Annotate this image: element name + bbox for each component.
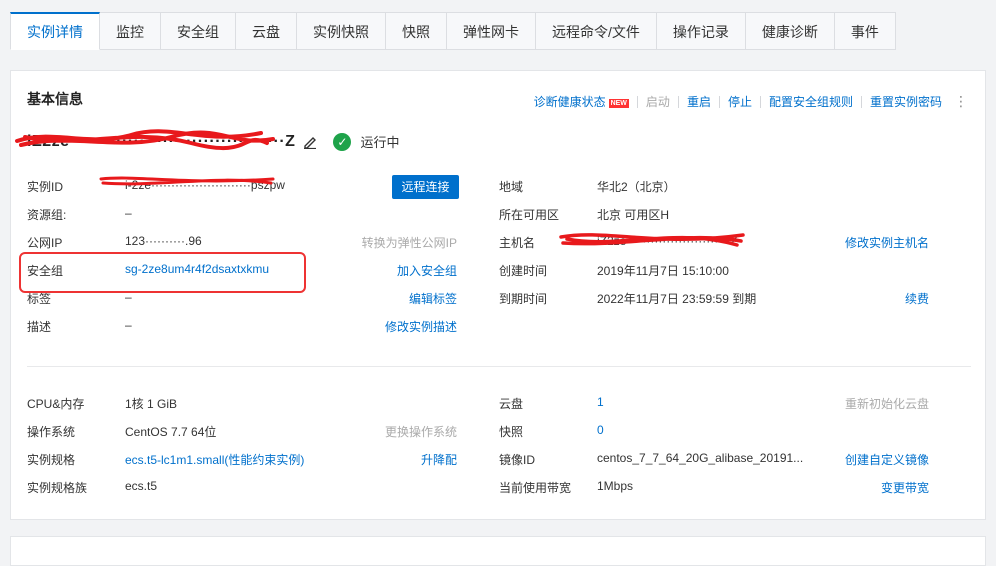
edit-hostname-link[interactable]: 修改实例主机名 [845, 234, 929, 251]
more-menu-icon[interactable]: ⋮ [954, 93, 968, 110]
image-id-label: 镜像ID [499, 453, 536, 467]
tab-health-diagnosis[interactable]: 健康诊断 [745, 12, 835, 50]
create-image-link[interactable]: 创建自定义镜像 [845, 451, 929, 468]
zone-label: 所在可用区 [499, 208, 560, 222]
cpu-mem-label: CPU&内存 [27, 397, 85, 411]
disk-label: 云盘 [499, 397, 524, 411]
config-sg-rules-link[interactable]: 配置安全组规则 [769, 93, 853, 110]
snapshot-count-link[interactable]: 0 [597, 423, 604, 437]
diagnose-health-link[interactable]: 诊断健康状态 NEW [534, 93, 629, 110]
os-value: CentOS 7.7 64位 [125, 425, 217, 439]
tab-monitor[interactable]: 监控 [100, 12, 161, 50]
resource-group-value: – [125, 206, 132, 220]
spec-label: 实例规格 [27, 453, 76, 467]
instance-id-value: i-2ze·························pszpw [125, 178, 285, 192]
renew-link[interactable]: 续费 [905, 290, 929, 307]
zone-value: 北京 可用区H [597, 208, 670, 222]
tab-operation-log[interactable]: 操作记录 [656, 12, 746, 50]
diagnose-label: 诊断健康状态 [533, 95, 606, 109]
created-value: 2019年11月7日 15:10:00 [597, 264, 729, 278]
disk-count-link[interactable]: 1 [597, 395, 604, 409]
description-label: 描述 [27, 320, 52, 334]
restart-link[interactable]: 重启 [687, 93, 711, 110]
tab-events[interactable]: 事件 [834, 12, 896, 50]
separator [860, 95, 862, 108]
separator [718, 95, 720, 108]
spec-link[interactable]: ecs.t5-lc1m1.small(性能约束实例) [125, 451, 304, 468]
family-label: 实例规格族 [27, 481, 88, 495]
tab-cloud-disk[interactable]: 云盘 [236, 12, 297, 50]
created-label: 创建时间 [499, 264, 548, 278]
new-badge: NEW [608, 99, 629, 108]
tab-security-group[interactable]: 安全组 [161, 12, 236, 50]
bandwidth-value: 1Mbps [597, 479, 634, 493]
instance-name-row: iZ2ze···································… [27, 132, 399, 151]
tab-snapshot[interactable]: 快照 [386, 12, 447, 50]
annotation-highlight-box [19, 252, 306, 293]
change-bandwidth-link[interactable]: 变更带宽 [881, 479, 929, 496]
instance-id-label: 实例ID [27, 180, 64, 194]
resource-group-label: 资源组: [27, 208, 67, 222]
public-ip-label: 公网IP [27, 236, 63, 250]
family-value: ecs.t5 [125, 479, 158, 493]
edit-name-icon[interactable] [303, 135, 317, 149]
remote-connect-button[interactable]: 远程连接 [392, 175, 459, 199]
section-title: 基本信息 [27, 91, 83, 107]
stop-link[interactable]: 停止 [728, 93, 752, 110]
public-ip-value: 123··········.96 [125, 234, 202, 248]
basic-info-card: 基本信息 诊断健康状态 NEW 启动 重启 停止 配置安全组规则 重置实例密码 ⋮… [10, 70, 986, 520]
running-status-icon: ✓ [333, 132, 352, 151]
snapshot-label: 快照 [499, 425, 524, 439]
detail-tabs: 实例详情 监控 安全组 云盘 实例快照 快照 弹性网卡 远程命令/文件 操作记录… [10, 12, 896, 50]
tab-remote-command[interactable]: 远程命令/文件 [536, 12, 657, 50]
edit-tags-link[interactable]: 编辑标签 [409, 290, 457, 307]
separator [759, 95, 761, 108]
edit-description-link[interactable]: 修改实例描述 [385, 318, 457, 335]
expires-value: 2022年11月7日 23:59:59 到期 [597, 292, 757, 306]
separator [636, 95, 638, 108]
tab-instance-details[interactable]: 实例详情 [10, 12, 100, 50]
start-link: 启动 [645, 95, 670, 109]
tab-eni[interactable]: 弹性网卡 [447, 12, 536, 50]
region-value: 华北2（北京） [597, 180, 676, 194]
description-value: – [125, 318, 132, 332]
cpu-mem-value: 1核 1 GiB [125, 397, 178, 411]
os-label: 操作系统 [27, 425, 76, 439]
instance-name: iZ2ze···································… [27, 132, 296, 150]
join-sg-link[interactable]: 加入安全组 [397, 262, 457, 279]
change-os-link: 更换操作系统 [384, 425, 457, 439]
reset-password-link[interactable]: 重置实例密码 [870, 93, 942, 110]
hostname-label: 主机名 [499, 236, 536, 250]
upgrade-link[interactable]: 升降配 [421, 451, 457, 468]
reinit-disk-link: 重新初始化云盘 [844, 397, 929, 411]
hostname-value: iZ2ze··························Z [597, 234, 738, 248]
separator [677, 95, 679, 108]
convert-eip-link: 转换为弹性公网IP [361, 236, 457, 250]
expires-label: 到期时间 [499, 292, 548, 306]
status-text: 运行中 [360, 135, 400, 150]
next-section-card [10, 536, 986, 566]
image-id-value: centos_7_7_64_20G_alibase_20191... [597, 451, 804, 465]
region-label: 地域 [499, 180, 524, 194]
instance-actions: 诊断健康状态 NEW 启动 重启 停止 配置安全组规则 重置实例密码 ⋮ [534, 93, 968, 110]
bandwidth-label: 当前使用带宽 [499, 481, 572, 495]
section-divider [27, 366, 971, 367]
tab-instance-snapshot[interactable]: 实例快照 [297, 12, 386, 50]
